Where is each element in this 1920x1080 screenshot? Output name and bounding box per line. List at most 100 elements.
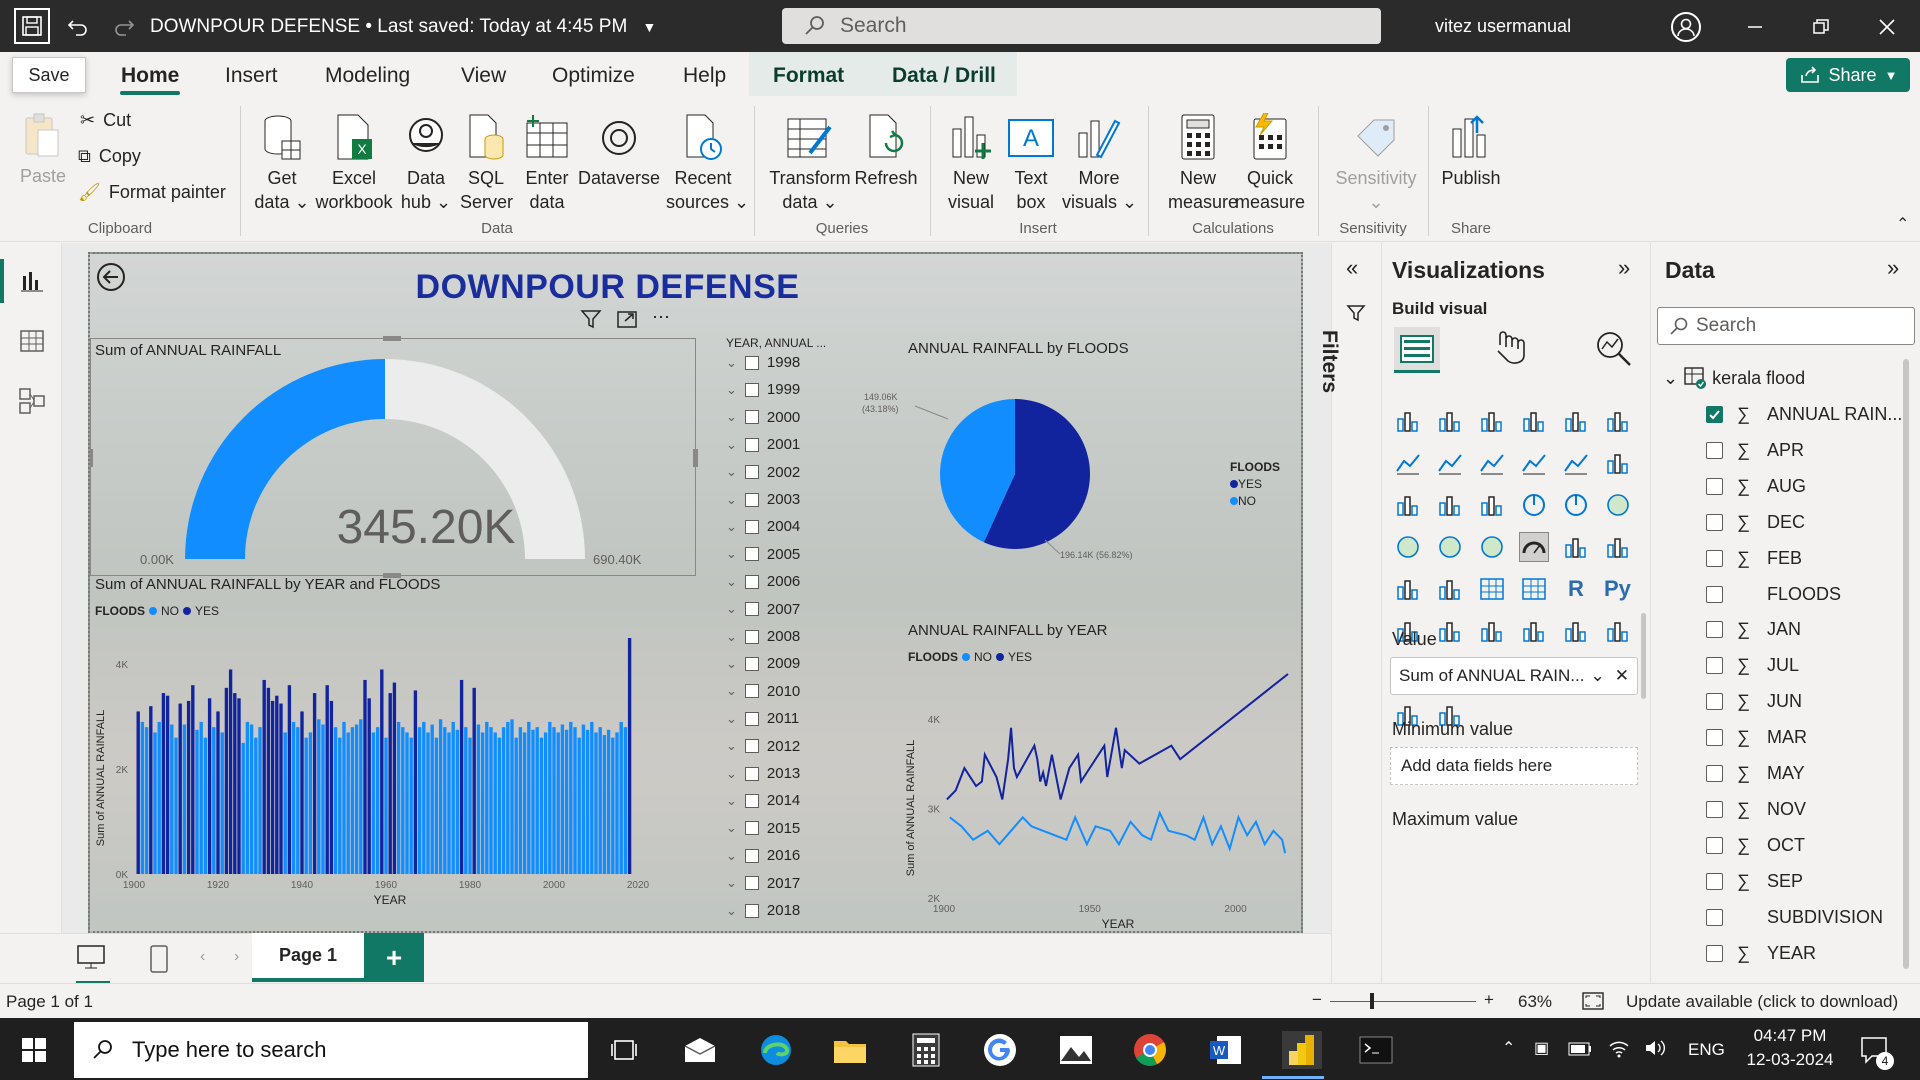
field-item[interactable]: ∑ YEAR: [1706, 943, 1816, 964]
slicer-checkbox[interactable]: [744, 903, 759, 918]
save-icon[interactable]: [14, 8, 50, 44]
field-checkbox[interactable]: [1706, 908, 1723, 926]
field-checkbox[interactable]: [1706, 729, 1723, 747]
minimize-icon[interactable]: [1740, 12, 1770, 42]
slicer-checkbox[interactable]: [744, 574, 759, 589]
goals-icon[interactable]: [1604, 617, 1632, 645]
slicer-item[interactable]: ⌄ 2002: [726, 464, 800, 481]
slicer-item[interactable]: ⌄ 2015: [726, 820, 800, 837]
slicer-item[interactable]: ⌄ 2012: [726, 738, 800, 755]
tab-help[interactable]: Help: [683, 64, 726, 88]
line-chart[interactable]: 2K3K4K1900 1950 2000YEARSum of ANNUAL RAIN…: [900, 668, 1300, 933]
slicer-checkbox[interactable]: [744, 793, 759, 808]
narrative-icon[interactable]: [1520, 617, 1548, 645]
next-page-icon[interactable]: ›: [234, 948, 239, 966]
chevron-down-icon[interactable]: ⌄: [726, 711, 737, 727]
new-visual-button[interactable]: New visual: [942, 110, 1000, 214]
field-checkbox[interactable]: [1706, 944, 1723, 962]
format-painter-button[interactable]: 🖌 Format painter: [78, 182, 226, 203]
scrollbar[interactable]: [1641, 613, 1646, 699]
bar-chart[interactable]: 0K2K4K1900 1920 1940 1960 1980 2000 2020YEARSu…: [90, 628, 690, 928]
gauge-icon[interactable]: [1519, 532, 1549, 562]
copy-button[interactable]: ⧉ Copy: [78, 146, 141, 167]
wifi-icon[interactable]: [1608, 1038, 1630, 1063]
slicer-item[interactable]: ⌄ 2017: [726, 875, 800, 892]
line-clustered-column-icon[interactable]: [1562, 449, 1590, 477]
word-icon[interactable]: W: [1206, 1031, 1246, 1069]
slicer-checkbox[interactable]: [744, 766, 759, 781]
slicer-checkbox[interactable]: [744, 711, 759, 726]
more-options-icon[interactable]: ⋯: [652, 308, 670, 335]
slicer-item[interactable]: ⌄ 2006: [726, 573, 800, 590]
calculator-app-icon[interactable]: [906, 1031, 946, 1069]
field-checkbox[interactable]: [1706, 800, 1723, 818]
stacked-column-icon[interactable]: [1436, 407, 1464, 435]
slicer-item[interactable]: ⌄ 2003: [726, 491, 800, 508]
search-box[interactable]: Search: [782, 8, 1381, 44]
chevron-down-icon[interactable]: ⌄: [726, 848, 737, 864]
power-bi-icon[interactable]: [1282, 1031, 1322, 1069]
show-hidden-icons[interactable]: ⌃: [1502, 1038, 1515, 1058]
map-icon[interactable]: [1394, 533, 1422, 561]
table-icon[interactable]: [1478, 575, 1506, 603]
chevron-down-icon[interactable]: ⌄: [726, 355, 737, 371]
chevron-down-icon[interactable]: ⌄: [726, 601, 737, 617]
chevron-down-icon[interactable]: ⌄: [726, 464, 737, 480]
chevron-down-icon[interactable]: ⌄: [726, 683, 737, 699]
remove-field-icon[interactable]: ✕: [1615, 666, 1629, 686]
field-item[interactable]: ∑ MAY: [1706, 763, 1805, 784]
user-name[interactable]: vitez usermanual: [1435, 16, 1571, 37]
field-item[interactable]: ∑ DEC: [1706, 512, 1805, 533]
get-data-button[interactable]: Get data ⌄: [254, 110, 310, 214]
waterfall-icon[interactable]: [1394, 491, 1422, 519]
slicer-checkbox[interactable]: [744, 656, 759, 671]
slicer-item[interactable]: ⌄ 2014: [726, 792, 800, 809]
expand-pane-icon[interactable]: »: [1887, 255, 1899, 281]
field-item[interactable]: ∑ SEP: [1706, 871, 1803, 892]
publish-button[interactable]: Publish: [1438, 110, 1504, 190]
azure-map-icon[interactable]: [1478, 533, 1506, 561]
python-visual-icon[interactable]: Py: [1604, 575, 1632, 603]
slicer-item[interactable]: ⌄ 2013: [726, 765, 800, 782]
filled-map-icon[interactable]: [1436, 533, 1464, 561]
focus-mode-icon[interactable]: [616, 308, 638, 335]
value-field-pill[interactable]: Sum of ANNUAL RAIN... ⌄ ✕: [1390, 657, 1638, 695]
field-checkbox[interactable]: [1706, 477, 1723, 495]
slicer-checkbox[interactable]: [744, 355, 759, 370]
collapse-filters-icon[interactable]: «: [1346, 255, 1358, 281]
field-item[interactable]: ∑ MAR: [1706, 727, 1807, 748]
chevron-down-icon[interactable]: ⌄: [726, 766, 737, 782]
slicer-checkbox[interactable]: [744, 876, 759, 891]
field-item[interactable]: ∑ NOV: [1706, 799, 1806, 820]
tab-insert[interactable]: Insert: [225, 64, 278, 88]
chevron-down-icon[interactable]: ⌄: [726, 793, 737, 809]
slicer-item[interactable]: ⌄ 2009: [726, 655, 800, 672]
r-visual-icon[interactable]: R: [1562, 575, 1590, 603]
field-item[interactable]: ∑ AUG: [1706, 476, 1806, 497]
tab-optimize[interactable]: Optimize: [552, 64, 635, 88]
slicer-item[interactable]: ⌄ 2011: [726, 710, 799, 727]
ribbon-chart-icon[interactable]: [1604, 449, 1632, 477]
slicer-checkbox[interactable]: [744, 519, 759, 534]
photos-icon[interactable]: [1056, 1031, 1096, 1069]
meet-now-icon[interactable]: ▣: [1534, 1038, 1549, 1058]
field-checkbox[interactable]: [1706, 621, 1723, 639]
expand-pane-icon[interactable]: »: [1618, 255, 1630, 281]
model-view-icon[interactable]: [16, 385, 48, 417]
clustered-column-icon[interactable]: [1520, 407, 1548, 435]
field-item[interactable]: ∑ FEB: [1706, 548, 1802, 569]
more-visuals-button[interactable]: More visuals ⌄: [1062, 110, 1137, 214]
field-checkbox[interactable]: [1706, 693, 1723, 711]
kpi-icon[interactable]: [1394, 575, 1422, 603]
treemap-icon[interactable]: [1604, 491, 1632, 519]
slicer-checkbox[interactable]: [744, 821, 759, 836]
text-box-button[interactable]: A Text box: [1004, 110, 1058, 214]
collapse-ribbon-icon[interactable]: ⌃: [1896, 214, 1909, 234]
field-checkbox[interactable]: [1706, 872, 1723, 890]
chevron-down-icon[interactable]: ⌄: [726, 437, 737, 453]
terminal-icon[interactable]: [1356, 1031, 1396, 1069]
analytics-tab-icon[interactable]: [1594, 329, 1632, 372]
chevron-down-icon[interactable]: ⌄: [726, 656, 737, 672]
google-icon[interactable]: [980, 1031, 1020, 1069]
chevron-down-icon[interactable]: ⌄: [726, 903, 737, 919]
